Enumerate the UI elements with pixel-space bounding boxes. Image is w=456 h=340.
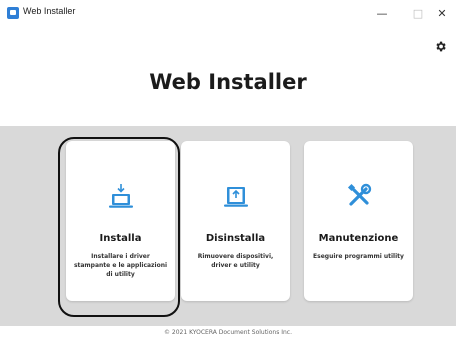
card-title: Disinstalla xyxy=(205,233,266,244)
minimize-button[interactable]: — xyxy=(364,0,400,26)
gear-icon[interactable] xyxy=(432,38,448,54)
maintenance-card[interactable]: Manutenzione Eseguire programmi utility xyxy=(304,141,413,301)
uninstall-card[interactable]: Disinstalla Rimuovere dispositivi, drive… xyxy=(181,141,290,301)
app-icon xyxy=(7,7,19,19)
card-title: Manutenzione xyxy=(318,233,399,244)
footer-copyright: © 2021 KYOCERA Document Solutions Inc. xyxy=(0,326,456,340)
laptop-download-icon xyxy=(66,179,175,213)
card-description: Eseguire programmi utility xyxy=(313,253,404,260)
card-description: Installare i driver stampante e le appli… xyxy=(73,253,168,278)
card-title: Installa xyxy=(99,233,142,244)
card-description: Rimuovere dispositivi, driver e utility xyxy=(197,253,274,269)
tools-icon xyxy=(304,179,413,213)
window-title: Web Installer xyxy=(23,6,76,16)
title-bar: Web Installer — □ ✕ xyxy=(0,0,456,26)
laptop-upload-icon xyxy=(181,179,290,213)
install-card[interactable]: Installa Installare i driver stampante e… xyxy=(66,141,175,301)
page-title: Web Installer xyxy=(149,70,307,94)
close-button[interactable]: ✕ xyxy=(424,0,456,26)
